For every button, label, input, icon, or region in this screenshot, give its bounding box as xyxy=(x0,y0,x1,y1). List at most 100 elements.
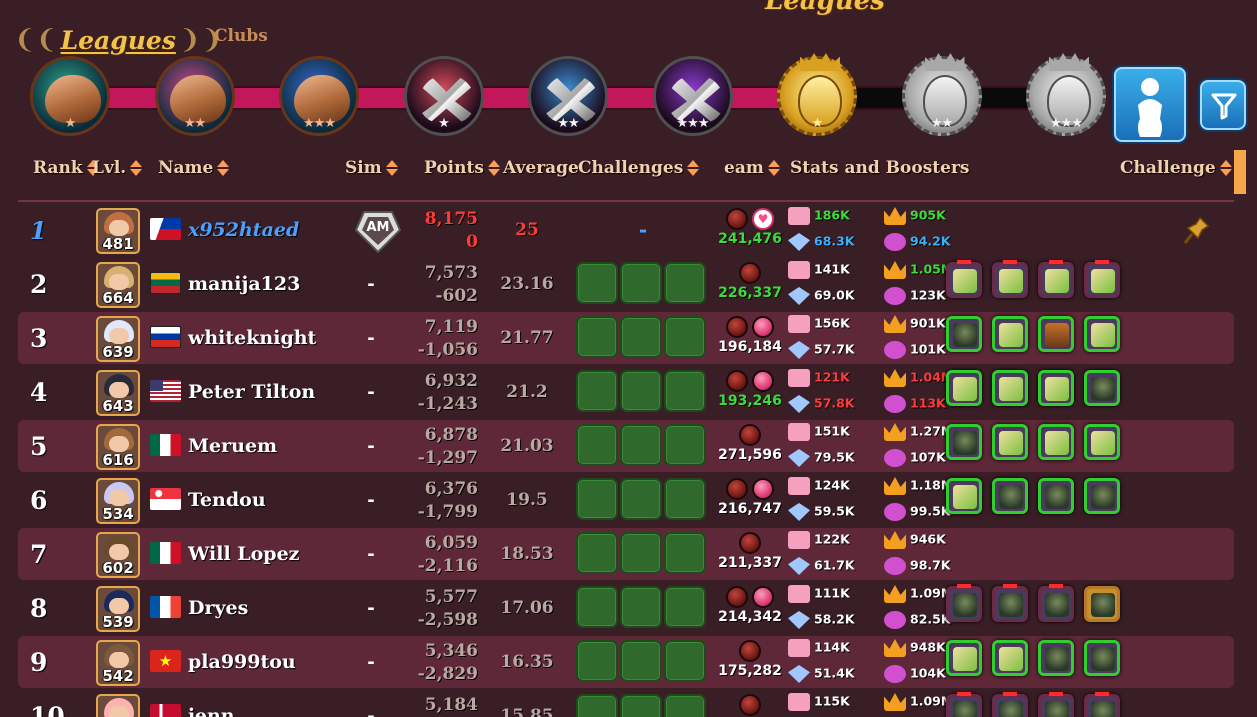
challenge-slot[interactable] xyxy=(576,694,618,717)
player-name[interactable]: pla999tou xyxy=(188,636,296,688)
table-row[interactable]: 3 639 whiteknight - 7,119 -1,056 21.77 196,184 1… xyxy=(18,312,1234,364)
challenge-slot[interactable] xyxy=(576,640,618,682)
avatar[interactable]: 481 xyxy=(96,208,140,254)
leaf-booster-icon[interactable] xyxy=(946,370,982,406)
player-name[interactable]: Meruem xyxy=(188,420,277,472)
table-row[interactable]: 9 542 ★ pla999tou - 5,346 -2,829 16.35 175,282 11… xyxy=(18,636,1234,688)
challenge-slot[interactable] xyxy=(576,424,618,466)
leaf-booster-icon[interactable] xyxy=(1084,424,1120,460)
bowl-booster-icon[interactable] xyxy=(1038,692,1074,717)
challenge-slot[interactable] xyxy=(664,640,706,682)
challenge-slot[interactable] xyxy=(664,586,706,628)
table-row[interactable]: 8 539 Dryes - 5,577 -2,598 17.06 214,342 111K 1.0… xyxy=(18,582,1234,634)
challenge-slot[interactable] xyxy=(620,262,662,304)
avatar[interactable]: 664 xyxy=(96,262,140,308)
avatar[interactable]: 542 xyxy=(96,640,140,686)
leaf-booster-icon[interactable] xyxy=(1084,260,1120,298)
bowl-booster-icon[interactable] xyxy=(946,424,982,460)
header-lvl[interactable]: Lvl. xyxy=(92,155,143,181)
player-name[interactable]: jenn xyxy=(188,690,235,717)
bowl-booster-icon[interactable] xyxy=(1084,370,1120,406)
avatar[interactable] xyxy=(96,694,140,717)
challenge-slot[interactable] xyxy=(576,586,618,628)
pin-icon[interactable] xyxy=(1182,216,1210,250)
challenge-slot[interactable] xyxy=(620,694,662,717)
player-name[interactable]: Tendou xyxy=(188,474,266,526)
challenge-slot[interactable] xyxy=(664,694,706,717)
player-name[interactable]: x952htaed xyxy=(188,204,299,256)
header-challenge[interactable]: Challenge xyxy=(1120,155,1232,181)
leaf-booster-icon[interactable] xyxy=(1038,260,1074,298)
team-cell[interactable]: 226,337 xyxy=(718,261,782,301)
leaf-booster-icon[interactable] xyxy=(946,260,982,298)
challenge-slot[interactable] xyxy=(576,478,618,520)
challenge-slot[interactable] xyxy=(664,532,706,574)
player-name[interactable]: whiteknight xyxy=(188,312,316,364)
table-row[interactable]: 7 602 Will Lopez - 6,059 -2,116 18.53 211,337 12… xyxy=(18,528,1234,580)
bowl-booster-icon[interactable] xyxy=(1084,586,1120,622)
bowl-booster-icon[interactable] xyxy=(1038,478,1074,514)
table-row[interactable]: 6 534 Tendou - 6,376 -1,799 19.5 216,747 124K 1.1… xyxy=(18,474,1234,526)
leaf-booster-icon[interactable] xyxy=(1038,424,1074,460)
bowl-booster-icon[interactable] xyxy=(1038,584,1074,622)
challenge-slot[interactable] xyxy=(620,532,662,574)
header-rank[interactable]: Rank xyxy=(33,155,99,181)
leaf-booster-icon[interactable] xyxy=(992,316,1028,352)
doll-booster-icon[interactable] xyxy=(1038,316,1074,352)
bowl-booster-icon[interactable] xyxy=(946,316,982,352)
challenge-slot[interactable] xyxy=(576,316,618,358)
team-cell[interactable] xyxy=(718,693,782,717)
challenge-slot[interactable] xyxy=(664,316,706,358)
avatar[interactable]: 534 xyxy=(96,478,140,524)
table-row[interactable]: 10 jenn - 5,184 15.85 115K 1.09M xyxy=(18,690,1234,717)
bowl-booster-icon[interactable] xyxy=(946,584,982,622)
leaf-booster-icon[interactable] xyxy=(992,640,1028,676)
team-cell[interactable]: 211,337 xyxy=(718,531,782,571)
table-row[interactable]: 4 643 Peter Tilton - 6,932 -1,243 21.2 193,246 1… xyxy=(18,366,1234,418)
table-row[interactable]: 5 616 Meruem - 6,878 -1,297 21.03 271,596 151K 1.… xyxy=(18,420,1234,472)
player-name[interactable]: Will Lopez xyxy=(188,528,299,580)
team-cell[interactable]: 196,184 xyxy=(718,315,782,355)
scrollbar-thumb[interactable] xyxy=(1234,150,1246,194)
avatar[interactable]: 643 xyxy=(96,370,140,416)
bowl-booster-icon[interactable] xyxy=(1084,692,1120,717)
table-row[interactable]: 2 664 manija123 - 7,573 -602 23.16 226,337 141K 1… xyxy=(18,258,1234,310)
challenge-slot[interactable] xyxy=(664,262,706,304)
tab-clubs[interactable]: Clubs xyxy=(214,26,268,46)
header-points[interactable]: Points xyxy=(424,155,500,181)
bowl-booster-icon[interactable] xyxy=(992,692,1028,717)
challenge-slot[interactable] xyxy=(620,640,662,682)
challenge-slot[interactable] xyxy=(664,478,706,520)
bowl-booster-icon[interactable] xyxy=(946,692,982,717)
challenge-slot[interactable] xyxy=(576,532,618,574)
girl-selection-button[interactable] xyxy=(1114,67,1186,142)
team-cell[interactable]: 216,747 xyxy=(718,477,782,517)
challenge-slot[interactable] xyxy=(620,370,662,412)
leaf-booster-icon[interactable] xyxy=(1038,370,1074,406)
leaf-booster-icon[interactable] xyxy=(1084,316,1120,352)
header-team[interactable]: eam xyxy=(724,155,780,181)
leaf-booster-icon[interactable] xyxy=(992,370,1028,406)
avatar[interactable]: 616 xyxy=(96,424,140,470)
leaf-booster-icon[interactable] xyxy=(992,424,1028,460)
avatar[interactable]: 539 xyxy=(96,586,140,632)
header-average[interactable]: Average xyxy=(503,155,579,181)
challenge-slot[interactable] xyxy=(664,424,706,466)
avatar[interactable]: 602 xyxy=(96,532,140,578)
bowl-booster-icon[interactable] xyxy=(992,478,1028,514)
challenge-slot[interactable] xyxy=(576,370,618,412)
bowl-booster-icon[interactable] xyxy=(1084,640,1120,676)
team-cell[interactable]: 193,246 xyxy=(718,369,782,409)
bowl-booster-icon[interactable] xyxy=(1038,640,1074,676)
header-name[interactable]: Name xyxy=(158,155,230,181)
leaf-booster-icon[interactable] xyxy=(992,260,1028,298)
team-cell[interactable]: 271,596 xyxy=(718,423,782,463)
header-challenges[interactable]: Challenges xyxy=(578,155,700,181)
filter-button[interactable] xyxy=(1200,80,1246,130)
leaf-booster-icon[interactable] xyxy=(946,478,982,514)
challenge-slot[interactable] xyxy=(620,478,662,520)
challenge-slot[interactable] xyxy=(620,424,662,466)
bowl-booster-icon[interactable] xyxy=(1084,478,1120,514)
bowl-booster-icon[interactable] xyxy=(992,584,1028,622)
team-cell[interactable]: 214,342 xyxy=(718,585,782,625)
